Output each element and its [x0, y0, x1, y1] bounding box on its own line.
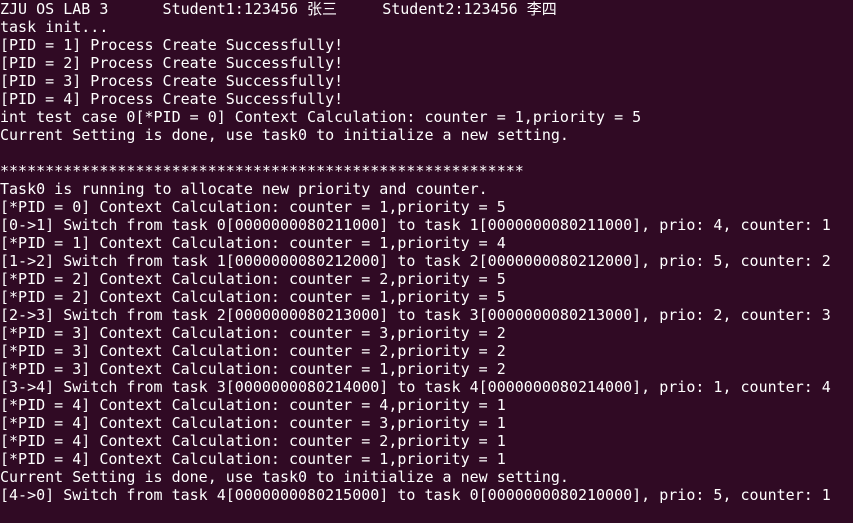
terminal-line: int test case 0[*PID = 0] Context Calcul…	[0, 108, 642, 126]
terminal-header-line: ZJU OS LAB 3 Student1:123456 张三 Student2…	[0, 0, 557, 18]
terminal-line: [PID = 4] Process Create Successfully!	[0, 90, 344, 108]
terminal-line: [PID = 1] Process Create Successfully!	[0, 36, 344, 54]
terminal-line: [*PID = 4] Context Calculation: counter …	[0, 450, 506, 468]
terminal-line: [3->4] Switch from task 3[00000000802140…	[0, 378, 831, 396]
terminal-line: [*PID = 2] Context Calculation: counter …	[0, 270, 506, 288]
terminal-line: Current Setting is done, use task0 to in…	[0, 126, 569, 144]
terminal-line: [PID = 3] Process Create Successfully!	[0, 72, 344, 90]
terminal-line: [*PID = 3] Context Calculation: counter …	[0, 360, 506, 378]
terminal-line: [*PID = 1] Context Calculation: counter …	[0, 234, 506, 252]
terminal-line: [PID = 2] Process Create Successfully!	[0, 54, 344, 72]
terminal-line: ****************************************…	[0, 162, 524, 180]
terminal-line: [2->3] Switch from task 2[00000000802130…	[0, 306, 831, 324]
terminal-line: Task0 is running to allocate new priorit…	[0, 180, 488, 198]
terminal-line: [4->0] Switch from task 4[00000000802150…	[0, 486, 831, 504]
terminal-line: [*PID = 4] Context Calculation: counter …	[0, 396, 506, 414]
terminal-line: [*PID = 0] Context Calculation: counter …	[0, 198, 506, 216]
terminal-line: task init...	[0, 18, 109, 36]
terminal-line: [1->2] Switch from task 1[00000000802120…	[0, 252, 831, 270]
terminal-window[interactable]: ZJU OS LAB 3 Student1:123456 张三 Student2…	[0, 0, 853, 523]
terminal-line: [*PID = 3] Context Calculation: counter …	[0, 342, 506, 360]
terminal-line: [*PID = 4] Context Calculation: counter …	[0, 432, 506, 450]
terminal-line: Current Setting is done, use task0 to in…	[0, 468, 569, 486]
terminal-line: [0->1] Switch from task 0[00000000802110…	[0, 216, 831, 234]
terminal-line: [*PID = 2] Context Calculation: counter …	[0, 288, 506, 306]
terminal-line: [*PID = 4] Context Calculation: counter …	[0, 414, 506, 432]
terminal-line: [*PID = 3] Context Calculation: counter …	[0, 324, 506, 342]
